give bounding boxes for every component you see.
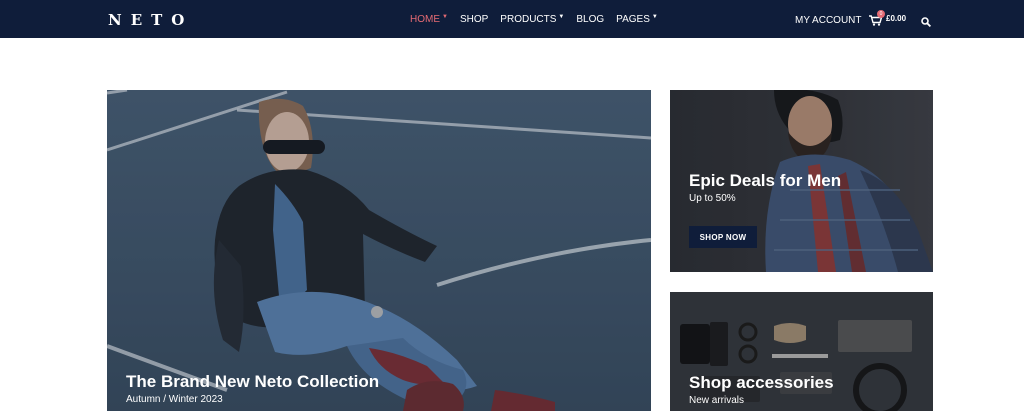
promo-accessories-title: Shop accessories bbox=[689, 373, 834, 392]
site-logo[interactable]: NETO bbox=[108, 11, 193, 29]
chevron-down-icon: ▼ bbox=[651, 14, 658, 20]
promo-men-title: Epic Deals for Men bbox=[689, 171, 842, 190]
nav-item-shop[interactable]: SHOP bbox=[460, 14, 488, 25]
cart-icon: 0 bbox=[869, 10, 885, 26]
chevron-down-icon: ▼ bbox=[558, 14, 565, 20]
site-header: NETO HOME ▼ SHOP PRODUCTS ▼ BLOG PAGES ▼… bbox=[0, 0, 1024, 38]
chevron-down-icon: ▼ bbox=[442, 14, 448, 20]
hero-title: The Brand New Neto Collection bbox=[126, 372, 380, 391]
nav-item-products[interactable]: PRODUCTS ▼ bbox=[500, 14, 564, 25]
main-nav: HOME ▼ SHOP PRODUCTS ▼ BLOG PAGES ▼ bbox=[410, 0, 670, 38]
hero-banner[interactable]: The Brand New Neto Collection Autumn / W… bbox=[107, 90, 651, 411]
shop-now-button[interactable]: SHOP NOW bbox=[689, 226, 757, 248]
promo-accessories-subtitle: New arrivals bbox=[689, 395, 745, 406]
hero-subtitle: Autumn / Winter 2023 bbox=[126, 394, 223, 405]
nav-label: SHOP bbox=[459, 13, 489, 25]
cart-count-badge: 0 bbox=[877, 10, 885, 18]
nav-label: PAGES bbox=[616, 13, 650, 25]
promo-men[interactable]: Epic Deals for Men Up to 50% SHOP NOW bbox=[670, 90, 933, 272]
nav-item-pages[interactable]: PAGES ▼ bbox=[616, 14, 658, 25]
nav-label: BLOG bbox=[576, 13, 605, 25]
promo-accessories[interactable]: Shop accessories New arrivals bbox=[670, 292, 933, 411]
nav-item-blog[interactable]: BLOG bbox=[576, 14, 604, 25]
promo-accessories-image bbox=[670, 292, 933, 411]
cart-button[interactable]: 0 £0.00 bbox=[869, 10, 907, 26]
nav-label: PRODUCTS bbox=[500, 13, 557, 25]
promo-men-subtitle: Up to 50% bbox=[689, 193, 736, 204]
search-icon[interactable] bbox=[921, 14, 932, 28]
nav-item-home[interactable]: HOME ▼ bbox=[410, 14, 448, 25]
my-account-link[interactable]: MY ACCOUNT bbox=[795, 15, 862, 26]
nav-label: HOME bbox=[410, 13, 440, 25]
cart-total: £0.00 bbox=[886, 14, 907, 23]
hero-image bbox=[107, 90, 651, 411]
